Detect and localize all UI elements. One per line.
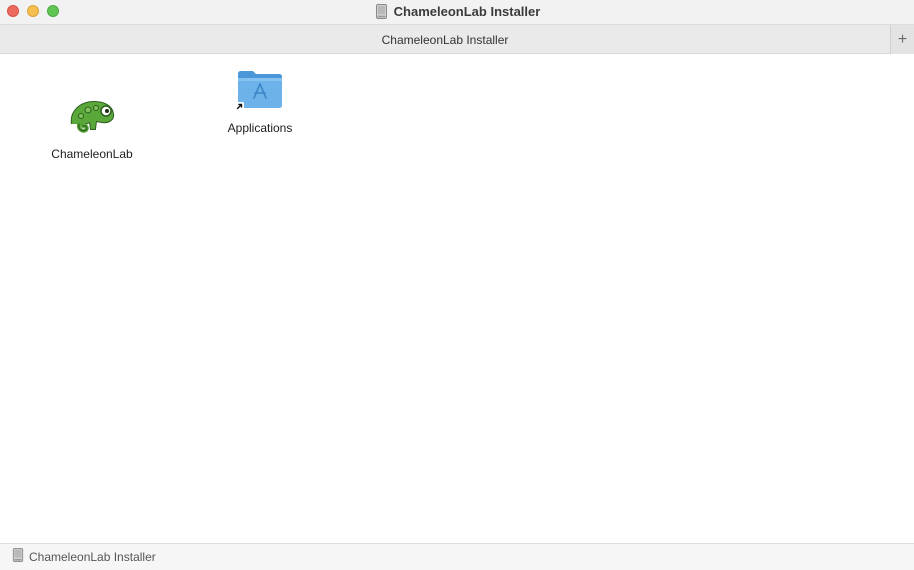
tab-bar: ChameleonLab Installer + <box>0 24 914 54</box>
file-item-label: ChameleonLab <box>51 147 133 161</box>
file-item-applications[interactable]: Applications <box>210 68 310 135</box>
file-item-label: Applications <box>227 121 293 135</box>
new-tab-button[interactable]: + <box>890 25 914 54</box>
chameleon-app-icon <box>66 94 118 143</box>
disk-image-icon <box>11 547 25 567</box>
file-item-chameleonlab[interactable]: ChameleonLab <box>42 94 142 161</box>
path-bar-item[interactable]: ChameleonLab Installer <box>29 550 156 564</box>
path-bar: ChameleonLab Installer <box>0 543 914 570</box>
title-bar[interactable]: ChameleonLab Installer <box>0 0 914 24</box>
disk-image-icon <box>374 3 389 19</box>
folder-contents[interactable]: ChameleonLab Applications <box>0 54 914 543</box>
plus-icon: + <box>897 30 908 48</box>
window-title: ChameleonLab Installer <box>0 0 914 22</box>
tab-current[interactable]: ChameleonLab Installer <box>0 25 890 54</box>
applications-folder-alias-icon <box>235 68 285 117</box>
window-title-text: ChameleonLab Installer <box>393 3 541 19</box>
finder-window: ChameleonLab Installer ChameleonLab Inst… <box>0 0 914 570</box>
